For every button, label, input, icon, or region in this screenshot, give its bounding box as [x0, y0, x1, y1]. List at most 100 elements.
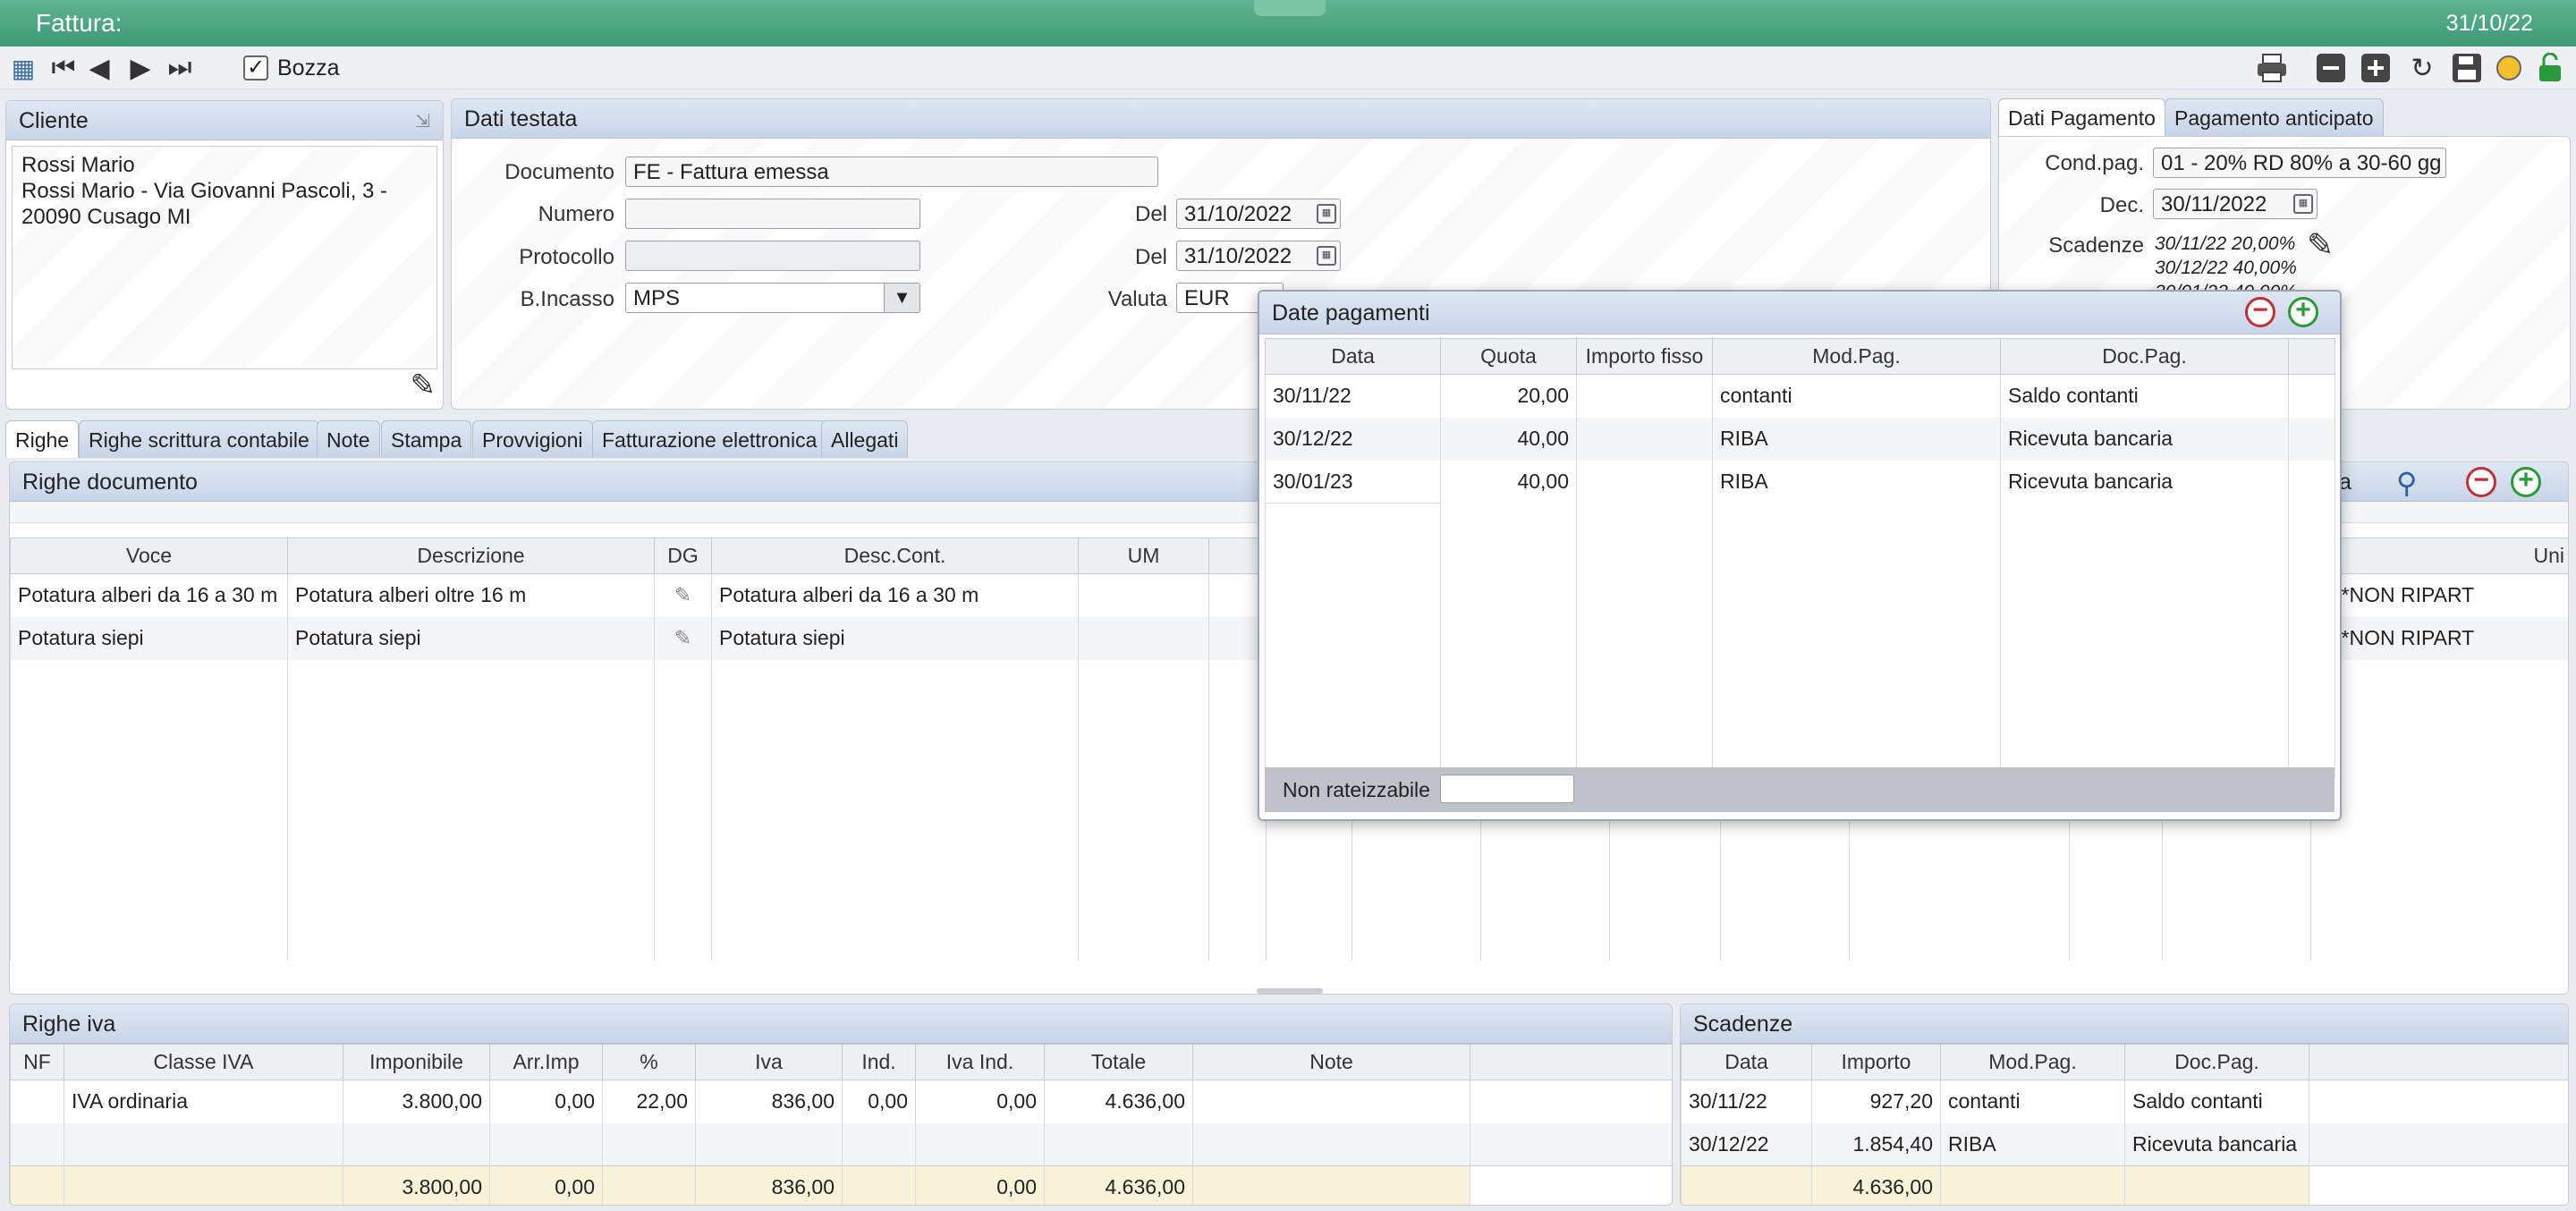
tab-allegati[interactable]: Allegati: [821, 420, 909, 458]
window-grip[interactable]: [1254, 0, 1326, 16]
table-row[interactable]: 30/11/22 20,00 contanti Saldo contanti: [1265, 374, 2335, 418]
calendar-icon[interactable]: ▦: [1317, 204, 1336, 224]
dec-date-field[interactable]: 30/11/2022 ▦: [2153, 189, 2318, 219]
scadenze-title: Scadenze: [1693, 1012, 1793, 1037]
col-dg[interactable]: DG: [654, 538, 712, 574]
tab-dati-pagamento[interactable]: Dati Pagamento: [1998, 98, 2165, 136]
splitter-handle[interactable]: [1257, 988, 1323, 994]
chevron-down-icon[interactable]: ▼: [884, 284, 919, 312]
col-importo[interactable]: Importo: [1811, 1044, 1941, 1080]
save-icon[interactable]: [2451, 52, 2483, 84]
table-row[interactable]: 30/11/22 927,20 contanti Saldo contanti: [1681, 1080, 2568, 1123]
righe-iva-header: Righe iva: [10, 1004, 1672, 1044]
edit-scadenze-icon[interactable]: ✎: [2307, 226, 2334, 264]
cell-desc-cont: Potatura siepi: [711, 616, 1079, 660]
tab-righe-scrittura-contabile[interactable]: Righe scrittura contabile: [79, 420, 319, 458]
table-row[interactable]: 30/12/22 1.854,40 RIBA Ricevuta bancaria: [1681, 1122, 2568, 1166]
cell-importo: 927,20: [1811, 1080, 1941, 1123]
col-um[interactable]: UM: [1078, 538, 1209, 574]
col-doc-pag[interactable]: Doc.Pag.: [2000, 338, 2289, 375]
col-mod-pag[interactable]: Mod.Pag.: [1712, 338, 2001, 375]
righe-documento-title: Righe documento: [22, 470, 198, 495]
col-data[interactable]: Data: [1681, 1044, 1812, 1080]
pencil-icon[interactable]: ✎: [654, 616, 712, 660]
col-descrizione[interactable]: Descrizione: [287, 538, 655, 574]
cliente-address-box[interactable]: Rossi Mario Rossi Mario - Via Giovanni P…: [12, 146, 437, 369]
add-icon[interactable]: [2360, 52, 2392, 84]
col-iva[interactable]: Iva: [695, 1044, 843, 1080]
add-date-button[interactable]: +: [2288, 297, 2318, 327]
refresh-icon[interactable]: ↻: [2406, 52, 2438, 84]
empty-row: [10, 1122, 1672, 1166]
col-doc-pag[interactable]: Doc.Pag.: [2124, 1044, 2309, 1080]
col-classe-iva[interactable]: Classe IVA: [64, 1044, 343, 1080]
col-arr-imp[interactable]: Arr.Imp: [489, 1044, 603, 1080]
first-record-icon[interactable]: ⏮: [48, 52, 79, 84]
bincasso-select[interactable]: MPS ▼: [625, 283, 920, 313]
cell-doc-pag: Saldo contanti: [2124, 1080, 2309, 1123]
tab-righe[interactable]: Righe: [5, 420, 80, 458]
del-label: Del: [1134, 245, 1167, 269]
condpag-field[interactable]: 01 - 20% RD 80% a 30-60 gg: [2153, 148, 2446, 178]
bozza-checkbox[interactable]: ✓: [243, 55, 268, 80]
table-row[interactable]: Potatura alberi da 16 a 30 m Potatura al…: [10, 573, 1267, 617]
add-row-button[interactable]: +: [2511, 467, 2541, 497]
pencil-icon[interactable]: ✎: [654, 573, 712, 617]
col-nf[interactable]: NF: [10, 1044, 64, 1080]
col-data[interactable]: Data: [1265, 338, 1441, 375]
tab-provvigioni[interactable]: Provvigioni: [472, 420, 593, 458]
cell-voce: Potatura siepi: [10, 616, 288, 660]
col-desc-cont[interactable]: Desc.Cont.: [711, 538, 1079, 574]
cell-voce: Potatura alberi da 16 a 30 m: [10, 573, 288, 617]
col-unita[interactable]: Uni: [2310, 538, 2568, 574]
remove-icon[interactable]: [2315, 52, 2347, 84]
total-imponibile: 3.800,00: [343, 1165, 490, 1205]
col-voce[interactable]: Voce: [10, 538, 288, 574]
link-icon[interactable]: ⇲: [415, 110, 430, 132]
table-row[interactable]: 30/12/22 40,00 RIBA Ricevuta bancaria: [1265, 417, 2335, 461]
del-date-field[interactable]: 31/10/2022 ▦: [1176, 199, 1341, 229]
numero-field[interactable]: [625, 199, 920, 229]
calendar-icon[interactable]: ▦: [1317, 246, 1336, 266]
calendar-icon[interactable]: ▦: [2293, 194, 2313, 214]
table-list-icon[interactable]: ▦: [7, 52, 39, 84]
col-imponibile[interactable]: Imponibile: [343, 1044, 490, 1080]
previous-record-icon[interactable]: ◀: [84, 52, 114, 84]
remove-row-button[interactable]: −: [2466, 467, 2496, 497]
toolbar: ▦ ⏮ ◀ ▶ ⏭ ✓ Bozza ↻: [0, 47, 2576, 89]
cliente-line: 20090 Cusago MI: [21, 205, 191, 229]
col-importo-fisso[interactable]: Importo fisso: [1576, 338, 1713, 375]
col-iva-ind[interactable]: Iva Ind.: [915, 1044, 1045, 1080]
cell-quota: 40,00: [1440, 460, 1577, 504]
print-icon[interactable]: [2254, 52, 2290, 84]
cell-mod-pag: RIBA: [1712, 417, 2001, 461]
last-record-icon[interactable]: ⏭: [165, 52, 195, 84]
col-percent[interactable]: %: [602, 1044, 696, 1080]
documento-field[interactable]: FE - Fattura emessa: [625, 157, 1158, 187]
totals-row: 3.800,00 0,00 836,00 0,00 4.636,00: [10, 1165, 1672, 1205]
edit-pencil-icon[interactable]: ✎: [411, 368, 436, 403]
protocollo-field[interactable]: [625, 241, 920, 271]
window-title: Fattura:: [36, 9, 123, 37]
tab-note[interactable]: Note: [317, 420, 380, 458]
tab-fatturazione-elettronica[interactable]: Fatturazione elettronica: [592, 420, 827, 458]
col-quota[interactable]: Quota: [1440, 338, 1577, 375]
tab-pagamento-anticipato[interactable]: Pagamento anticipato: [2165, 98, 2384, 136]
col-totale[interactable]: Totale: [1044, 1044, 1193, 1080]
table-row[interactable]: 30/01/23 40,00 RIBA Ricevuta bancaria: [1265, 460, 2335, 504]
cell-descrizione: Potatura alberi oltre 16 m: [287, 573, 655, 617]
table-row[interactable]: IVA ordinaria 3.800,00 0,00 22,00 836,00…: [10, 1080, 1672, 1123]
unlock-icon[interactable]: [2535, 52, 2565, 84]
table-row[interactable]: Potatura siepi Potatura siepi ✎ Potatura…: [10, 616, 1267, 660]
col-ind[interactable]: Ind.: [842, 1044, 916, 1080]
tab-stampa[interactable]: Stampa: [381, 420, 472, 458]
non-rateizzabile-field[interactable]: [1440, 775, 1574, 803]
next-record-icon[interactable]: ▶: [125, 52, 156, 84]
total-arr-imp: 0,00: [489, 1165, 603, 1205]
col-mod-pag[interactable]: Mod.Pag.: [1940, 1044, 2125, 1080]
remove-date-button[interactable]: −: [2245, 297, 2275, 327]
cell-doc-pag: Ricevuta bancaria: [2000, 460, 2289, 504]
protocollo-date-field[interactable]: 31/10/2022 ▦: [1176, 241, 1341, 271]
search-icon[interactable]: ⚲: [2396, 466, 2417, 500]
col-note[interactable]: Note: [1192, 1044, 1470, 1080]
